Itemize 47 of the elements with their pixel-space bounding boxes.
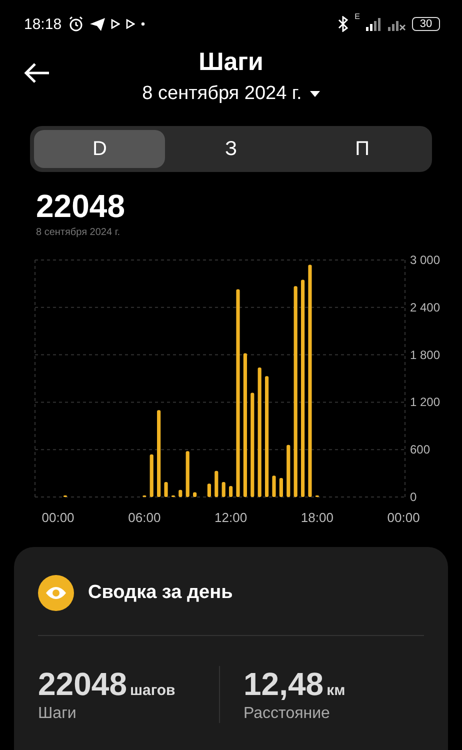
battery-level: 30 (412, 17, 440, 31)
bar (164, 482, 168, 497)
total-date: 8 сентября 2024 г. (36, 227, 122, 238)
caret-icon (310, 91, 320, 97)
bar (150, 454, 154, 497)
bar (214, 470, 218, 497)
paper-plane-icon (90, 18, 105, 30)
axis-label: 1 200 (410, 395, 440, 410)
axis-label: 12:00 (214, 510, 248, 525)
signal-icon (366, 18, 382, 30)
stat-label: Шаги (38, 705, 78, 723)
network-type: E (354, 12, 360, 21)
eye-icon (38, 575, 74, 611)
axis-label: 1 800 (410, 348, 440, 362)
period-tab[interactable]: З (165, 130, 297, 168)
bar (186, 451, 190, 497)
page-title: Шаги (198, 48, 264, 77)
axis-label: 00:00 (42, 510, 74, 525)
axis-label: 600 (410, 442, 430, 457)
bar (178, 490, 182, 497)
bar (229, 486, 233, 497)
stat-unit: шагов (130, 682, 176, 699)
axis-label: 3 000 (410, 253, 440, 267)
alarm-icon (68, 16, 84, 32)
step-total: 22048 (36, 188, 126, 225)
bar (222, 482, 226, 497)
stat-value: 12,48 (244, 666, 324, 703)
status-time: 18:18 (24, 16, 62, 32)
bar (207, 484, 211, 497)
bar (272, 476, 276, 497)
date-picker[interactable]: 8 сентября 2024 г. (142, 83, 320, 105)
dot-icon (140, 22, 145, 26)
axis-label: 2 400 (410, 300, 440, 314)
period-tab[interactable]: D (34, 130, 166, 168)
axis-label: 18:00 (300, 510, 334, 525)
stat-unit: км (326, 682, 346, 699)
card-title: Сводка за день (88, 582, 233, 604)
stat-value: 22048 (38, 666, 127, 703)
bar (193, 492, 197, 497)
axis-label: 00:00 (387, 510, 420, 525)
axis-label: 0 (410, 490, 417, 504)
bar (286, 444, 290, 497)
bluetooth-icon (336, 16, 349, 32)
period-tab[interactable]: П (296, 130, 428, 168)
axis-label: 06:00 (128, 510, 161, 525)
bar (279, 478, 283, 497)
stat-label: Расстояние (244, 705, 331, 723)
